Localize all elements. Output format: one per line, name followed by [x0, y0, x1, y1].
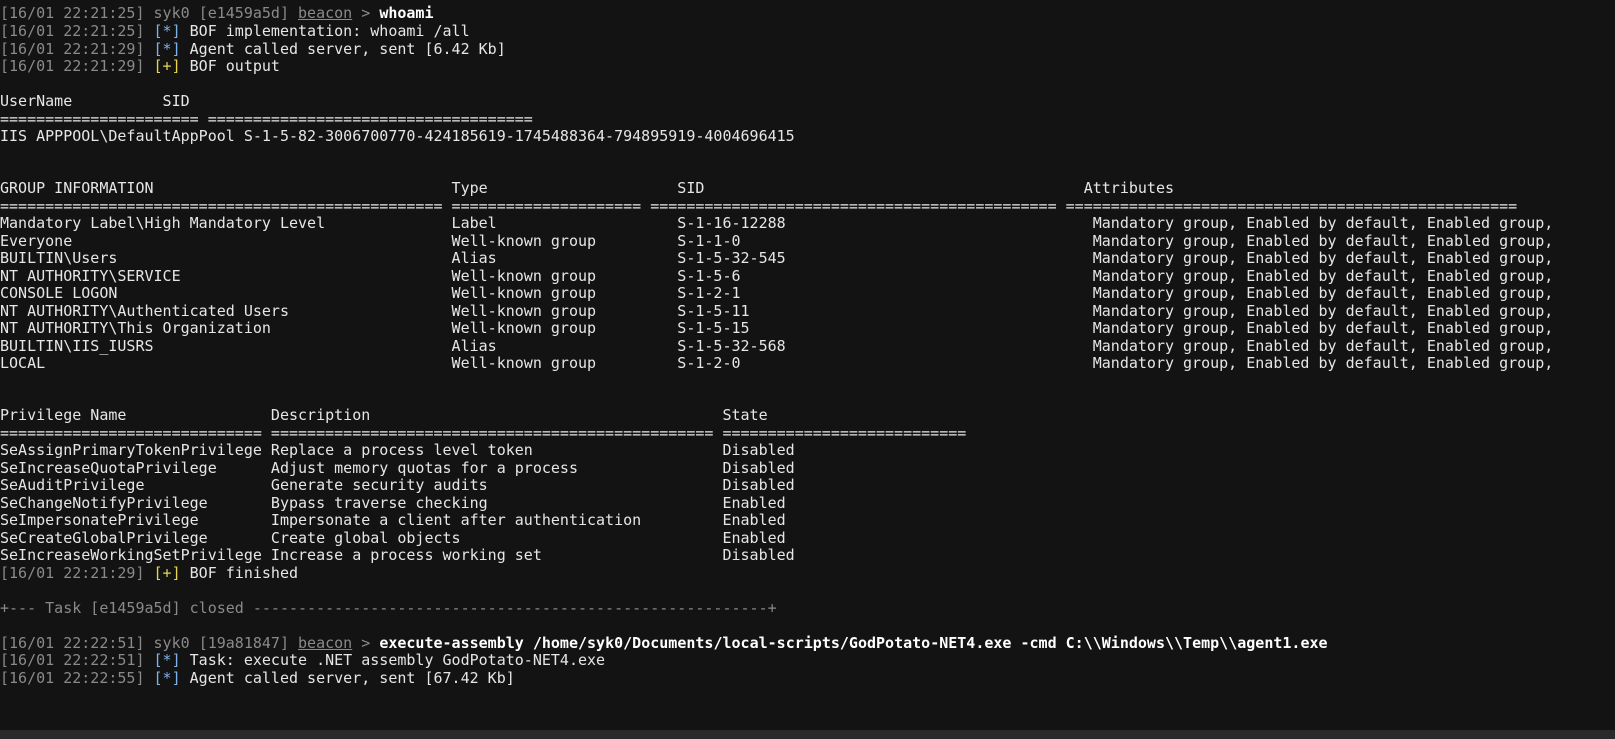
- user-table-separator: ====================== =================…: [0, 110, 533, 128]
- info-tag: [*]: [153, 669, 181, 687]
- group-table-row: BUILTIN\Users Alias S-1-5-32-545 Mandato…: [0, 249, 1554, 267]
- priv-table-row: SeAssignPrimaryTokenPrivilege Replace a …: [0, 441, 795, 459]
- info-tag: [*]: [153, 651, 181, 669]
- group-table-row: NT AUTHORITY\SERVICE Well-known group S-…: [0, 267, 1554, 285]
- priv-table-row: SeCreateGlobalPrivilege Create global ob…: [0, 529, 786, 547]
- success-tag: [+]: [153, 57, 181, 75]
- timestamp: [16/01 22:21:29]: [0, 40, 145, 58]
- timestamp: [16/01 22:22:55]: [0, 669, 145, 687]
- prompt-separator: >: [361, 4, 371, 22]
- agent-link[interactable]: beacon: [298, 4, 352, 22]
- timestamp: [16/01 22:21:29]: [0, 57, 145, 75]
- terminal-output: [16/01 22:21:25] syk0 [e1459a5d] beacon …: [0, 0, 1615, 730]
- timestamp: [16/01 22:22:51]: [0, 634, 145, 652]
- group-table-row: Mandatory Label\High Mandatory Level Lab…: [0, 214, 1554, 232]
- priv-table-header: Privilege Name Description State: [0, 406, 768, 424]
- priv-table-row: SeIncreaseWorkingSetPrivilege Increase a…: [0, 546, 795, 564]
- task-id: [19a81847]: [198, 634, 289, 652]
- timestamp: [16/01 22:21:25]: [0, 4, 145, 22]
- log-line: [16/01 22:21:25] [*] BOF implementation:…: [0, 22, 470, 40]
- log-line: [16/01 22:21:29] [+] BOF finished: [0, 564, 298, 582]
- priv-table-row: SeIncreaseQuotaPrivilege Adjust memory q…: [0, 459, 795, 477]
- user-table-header: UserName SID: [0, 92, 190, 110]
- prompt-line: [16/01 22:21:25] syk0 [e1459a5d] beacon …: [0, 4, 434, 22]
- log-line: [16/01 22:21:29] [+] BOF output: [0, 57, 280, 75]
- task-id: [e1459a5d]: [198, 4, 289, 22]
- log-text: BOF output: [189, 57, 280, 75]
- user-table-row: IIS APPPOOL\DefaultAppPool S-1-5-82-3006…: [0, 127, 795, 145]
- group-table-header: GROUP INFORMATION Type SID Attributes: [0, 179, 1174, 197]
- info-tag: [*]: [153, 22, 181, 40]
- log-line: [16/01 22:22:55] [*] Agent called server…: [0, 669, 515, 687]
- log-line: [16/01 22:22:51] [*] Task: execute .NET …: [0, 651, 605, 669]
- timestamp: [16/01 22:21:25]: [0, 22, 145, 40]
- priv-table-row: SeAuditPrivilege Generate security audit…: [0, 476, 795, 494]
- agent-link[interactable]: beacon: [298, 634, 352, 652]
- command-text: execute-assembly /home/syk0/Documents/lo…: [379, 634, 1328, 652]
- group-table-row: NT AUTHORITY\Authenticated Users Well-kn…: [0, 302, 1554, 320]
- log-text: BOF implementation: whoami /all: [189, 22, 470, 40]
- operator-name: syk0: [153, 4, 190, 22]
- priv-table-row: SeChangeNotifyPrivilege Bypass traverse …: [0, 494, 786, 512]
- priv-table-separator: ============================= ==========…: [0, 424, 967, 442]
- log-line: [16/01 22:21:29] [*] Agent called server…: [0, 40, 506, 58]
- timestamp: [16/01 22:21:29]: [0, 564, 145, 582]
- timestamp: [16/01 22:22:51]: [0, 651, 145, 669]
- log-text: Agent called server, sent [6.42 Kb]: [189, 40, 506, 58]
- log-text: BOF finished: [189, 564, 299, 582]
- group-table-row: LOCAL Well-known group S-1-2-0 Mandatory…: [0, 354, 1554, 372]
- group-table-row: Everyone Well-known group S-1-1-0 Mandat…: [0, 232, 1554, 250]
- group-table-row: NT AUTHORITY\This Organization Well-know…: [0, 319, 1554, 337]
- horizontal-scrollbar[interactable]: [0, 730, 1615, 739]
- log-text: Agent called server, sent [67.42 Kb]: [189, 669, 515, 687]
- group-table-row: BUILTIN\IIS_IUSRS Alias S-1-5-32-568 Man…: [0, 337, 1554, 355]
- success-tag: [+]: [153, 564, 181, 582]
- prompt-line: [16/01 22:22:51] syk0 [19a81847] beacon …: [0, 634, 1328, 652]
- prompt-separator: >: [361, 634, 371, 652]
- group-table-row: CONSOLE LOGON Well-known group S-1-2-1 M…: [0, 284, 1554, 302]
- info-tag: [*]: [153, 40, 181, 58]
- group-table-separator: ========================================…: [0, 197, 1518, 215]
- log-text: Task: execute .NET assembly GodPotato-NE…: [189, 651, 606, 669]
- command-text: whoami: [379, 4, 434, 22]
- task-closed-banner: +--- Task [e1459a5d] closed ------------…: [0, 599, 777, 617]
- operator-name: syk0: [153, 634, 190, 652]
- priv-table-row: SeImpersonatePrivilege Impersonate a cli…: [0, 511, 786, 529]
